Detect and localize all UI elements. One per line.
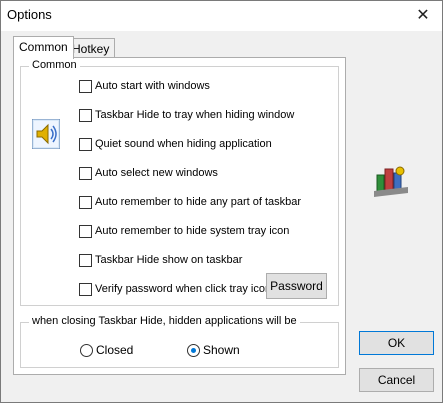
password-button[interactable]: Password — [266, 273, 327, 299]
speaker-icon — [32, 119, 60, 149]
checkbox-box[interactable] — [79, 108, 92, 122]
checkbox-label: Auto select new windows — [95, 167, 218, 179]
common-group-label: Common — [29, 59, 80, 71]
app-icon — [374, 166, 408, 197]
checkbox-hide-to-tray[interactable]: Taskbar Hide to tray when hiding window — [79, 107, 294, 123]
checkbox-label: Verify password when click tray icon — [95, 283, 272, 295]
checkbox-auto-select[interactable]: Auto select new windows — [79, 165, 218, 181]
tab-panel-common: Common Auto start with windows Taskbar H… — [13, 57, 346, 375]
checkbox-label: Auto remember to hide system tray icon — [95, 225, 290, 237]
checkbox-label: Taskbar Hide to tray when hiding window — [95, 109, 295, 121]
radio-button[interactable] — [187, 343, 200, 357]
checkbox-remember-taskbar[interactable]: Auto remember to hide any part of taskba… — [79, 194, 301, 210]
title-bar: Options ✕ — [1, 1, 442, 31]
radio-closed[interactable]: Closed — [80, 343, 133, 357]
checkbox-remember-tray-icon[interactable]: Auto remember to hide system tray icon — [79, 223, 289, 239]
checkbox-quiet-sound[interactable]: Quiet sound when hiding application — [79, 136, 272, 152]
checkbox-show-on-taskbar[interactable]: Taskbar Hide show on taskbar — [79, 252, 242, 268]
checkbox-auto-start[interactable]: Auto start with windows — [79, 78, 210, 94]
checkbox-box[interactable] — [79, 137, 92, 151]
closing-group: when closing Taskbar Hide, hidden applic… — [20, 315, 339, 368]
tab-common[interactable]: Common — [13, 36, 74, 59]
close-icon[interactable]: ✕ — [412, 5, 434, 27]
checkbox-verify-password[interactable]: Verify password when click tray icon — [79, 281, 271, 297]
ok-button[interactable]: OK — [359, 331, 434, 355]
options-window: Options ✕ Common Hotkey Common Auto star… — [0, 0, 443, 403]
common-group: Common Auto start with windows Taskbar H… — [20, 59, 339, 306]
checkbox-label: Taskbar Hide show on taskbar — [95, 254, 243, 266]
checkbox-box[interactable] — [79, 253, 92, 267]
closing-group-label: when closing Taskbar Hide, hidden applic… — [29, 315, 300, 327]
cancel-button[interactable]: Cancel — [359, 368, 434, 392]
checkbox-box[interactable] — [79, 224, 92, 238]
checkbox-box[interactable] — [79, 79, 92, 93]
radio-shown[interactable]: Shown — [187, 343, 240, 357]
window-title: Options — [7, 7, 52, 22]
radio-label: Shown — [203, 343, 240, 357]
checkbox-box[interactable] — [79, 166, 92, 180]
checkbox-label: Auto start with windows — [95, 80, 210, 92]
checkbox-label: Auto remember to hide any part of taskba… — [95, 196, 302, 208]
radio-button[interactable] — [80, 343, 93, 357]
radio-label: Closed — [96, 343, 134, 357]
checkbox-box[interactable] — [79, 195, 92, 209]
checkbox-box[interactable] — [79, 282, 92, 296]
checkbox-label: Quiet sound when hiding application — [95, 138, 272, 150]
